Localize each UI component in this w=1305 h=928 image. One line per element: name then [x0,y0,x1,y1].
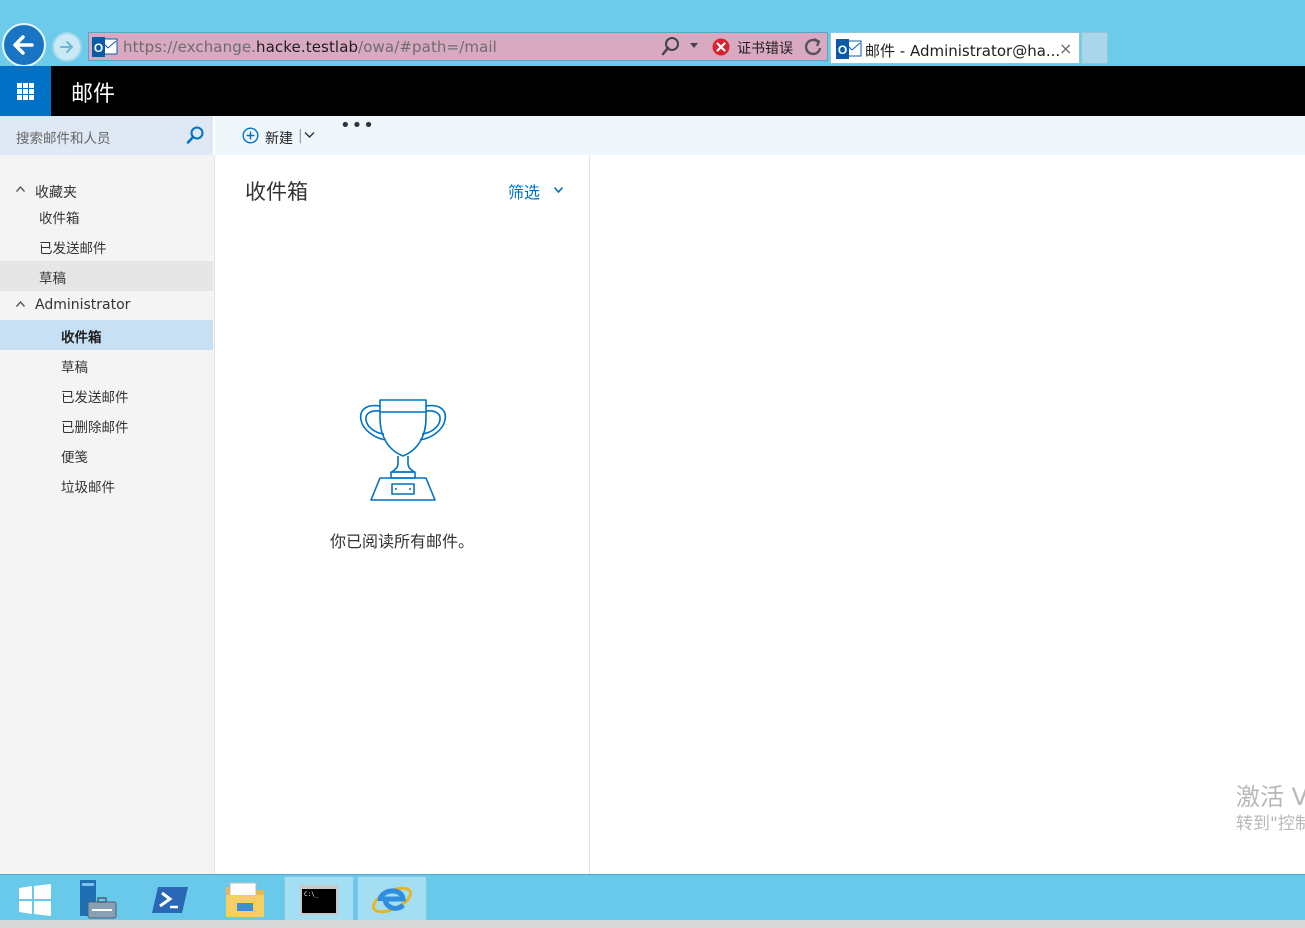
folder-title: 收件箱 [245,180,308,204]
favorites-label: 收藏夹 [35,185,77,201]
tab-title: 邮件 - Administrator@ha... [865,42,1061,60]
server-manager-icon [80,880,117,919]
taskbar-internet-explorer[interactable] [357,876,427,924]
svg-text:O: O [838,43,847,57]
favorites-item-sent[interactable]: 已发送邮件 [0,231,213,261]
folder-item-notes[interactable]: 便笺 [0,440,213,470]
nav-item-label: 已删除邮件 [61,420,129,436]
taskbar-bottom-edge [0,920,1305,928]
svg-text:O: O [94,41,103,55]
chevron-up-icon [15,300,26,307]
search-input[interactable]: 搜索邮件和人员 [0,116,213,155]
filter-button[interactable]: 筛选 [508,179,540,203]
message-list: 收件箱 筛选 你已阅读所有邮件。 [215,155,590,874]
address-search-icon[interactable] [661,36,681,56]
reading-pane [590,155,1305,874]
new-button-separator: | [298,128,303,144]
empty-inbox-message: 你已阅读所有邮件。 [329,532,474,551]
owa-header: 邮件 [0,66,1305,116]
folder-item-drafts[interactable]: 草稿 [0,350,213,380]
waffle-icon [17,83,34,100]
search-placeholder: 搜索邮件和人员 [16,131,111,147]
activation-watermark-title: 激活 V [1236,783,1305,811]
taskbar-server-manager[interactable] [62,876,132,924]
file-explorer-icon [226,882,264,917]
nav-item-label: 收件箱 [61,330,102,346]
start-button[interactable] [0,876,70,924]
windows-start-icon [19,884,51,916]
taskbar-powershell[interactable] [135,876,205,924]
cert-error-label[interactable]: 证书错误 [737,38,793,58]
outlook-favicon-icon: O [836,39,862,59]
nav-item-label: 草稿 [61,360,88,376]
refresh-icon[interactable] [803,37,823,57]
nav-item-label: 收件箱 [39,211,80,227]
browser-chrome: O https://exchange.hacke.testlab/owa/#pa… [0,0,1305,67]
favorites-item-drafts[interactable]: 草稿 [0,261,213,291]
trophy-icon [359,399,447,501]
tab-close-button[interactable]: × [1059,39,1072,58]
search-icon[interactable] [186,126,204,144]
powershell-icon [152,887,188,913]
folder-pane: 收藏夹 收件箱 已发送邮件 草稿 Administrator 收件箱 草稿 已发… [0,155,215,874]
browser-tab[interactable]: O 邮件 - Administrator@ha... × [830,32,1080,64]
nav-item-label: 已发送邮件 [39,241,107,257]
app-title: 邮件 [71,82,116,107]
command-prompt-icon: C:\_ [300,885,338,915]
chevron-up-icon [15,185,26,192]
back-button[interactable] [2,23,46,67]
forward-arrow-icon [60,41,73,53]
favorites-header[interactable]: 收藏夹 [0,177,214,203]
url-text: https://exchange.hacke.testlab/owa/#path… [123,38,497,56]
app-launcher-button[interactable] [0,66,51,116]
address-dropdown-icon[interactable] [689,42,699,50]
cert-error-icon[interactable] [712,38,730,56]
chevron-down-icon[interactable] [553,186,564,194]
new-dropdown-chevron-icon[interactable] [304,131,315,139]
folder-item-deleted[interactable]: 已删除邮件 [0,410,213,440]
nav-item-label: 便笺 [61,450,88,466]
new-tab-button[interactable] [1081,32,1108,64]
more-actions-button[interactable]: ••• [340,117,375,135]
folder-item-inbox[interactable]: 收件箱 [0,320,213,350]
outlook-favicon-icon: O [92,37,118,57]
command-bar: 新建 | ••• [215,116,1305,155]
taskbar-file-explorer[interactable] [210,876,280,924]
address-bar[interactable]: O https://exchange.hacke.testlab/owa/#pa… [88,32,828,61]
internet-explorer-icon [371,886,413,914]
favorites-item-inbox[interactable]: 收件箱 [0,201,213,231]
nav-item-label: 垃圾邮件 [61,480,115,496]
plus-circle-icon [242,127,259,144]
new-button-label: 新建 [265,131,293,147]
nav-item-label: 已发送邮件 [61,390,129,406]
folder-item-sent[interactable]: 已发送邮件 [0,380,213,410]
account-label: Administrator [35,297,131,313]
svg-text:C:\_: C:\_ [304,891,319,898]
account-header[interactable]: Administrator [0,292,214,318]
forward-button[interactable] [52,32,82,62]
activation-watermark-subtitle: 转到"控制 [1236,814,1305,834]
back-arrow-icon [13,35,34,55]
nav-item-label: 草稿 [39,271,66,287]
folder-item-junk[interactable]: 垃圾邮件 [0,470,213,500]
taskbar-command-prompt[interactable]: C:\_ [284,876,354,924]
